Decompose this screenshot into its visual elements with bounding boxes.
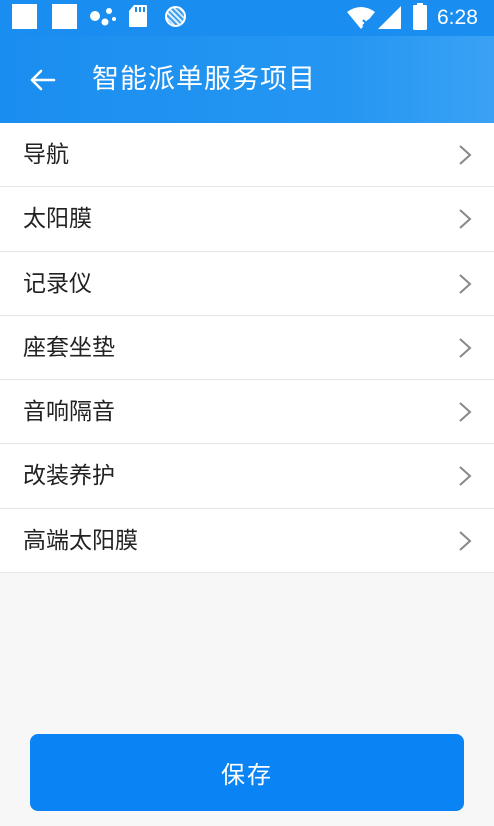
service-item-label: 音响隔音 — [23, 399, 115, 426]
service-item-label: 座套坐垫 — [23, 334, 115, 361]
notification-square-icon — [52, 4, 77, 29]
chevron-right-icon — [459, 338, 472, 358]
signal-icon — [378, 6, 401, 29]
service-item-label: 太阳膜 — [23, 206, 92, 233]
save-button[interactable]: 保存 — [30, 734, 464, 811]
assistant-dots-icon — [90, 8, 116, 26]
page-title: 智能派单服务项目 — [92, 64, 316, 95]
battery-icon — [413, 3, 427, 30]
service-item-label: 高端太阳膜 — [23, 527, 138, 554]
wifi-icon — [347, 7, 375, 29]
service-item-navigation[interactable]: 导航 — [0, 123, 494, 188]
service-item-dashcam[interactable]: 记录仪 — [0, 251, 494, 316]
service-item-label: 记录仪 — [23, 270, 92, 297]
chevron-right-icon — [459, 145, 472, 165]
service-item-label: 改装养护 — [23, 463, 115, 490]
app-screen: 6:28 智能派单服务项目 导航 太阳膜 记录仪 座套坐垫 音响隔音 改装养护 … — [0, 0, 494, 826]
arrow-left-icon — [30, 69, 56, 91]
service-item-modification-care[interactable]: 改装养护 — [0, 444, 494, 509]
service-item-label: 导航 — [23, 142, 69, 168]
service-item-seat-covers[interactable]: 座套坐垫 — [0, 315, 494, 381]
chevron-right-icon — [459, 402, 472, 422]
chevron-right-icon — [459, 531, 472, 551]
status-time: 6:28 — [437, 6, 478, 29]
service-list: 导航 太阳膜 记录仪 座套坐垫 音响隔音 改装养护 高端太阳膜 — [0, 123, 494, 574]
notification-square-icon — [12, 4, 37, 29]
status-bar: 6:28 — [0, 0, 494, 36]
sd-card-icon — [129, 5, 147, 27]
app-bar: 智能派单服务项目 — [0, 36, 494, 123]
service-item-premium-window-film[interactable]: 高端太阳膜 — [0, 508, 494, 574]
service-item-window-film[interactable]: 太阳膜 — [0, 187, 494, 252]
sync-circle-icon — [165, 6, 186, 27]
back-button[interactable] — [22, 60, 62, 100]
service-item-audio-soundproofing[interactable]: 音响隔音 — [0, 380, 494, 445]
chevron-right-icon — [459, 273, 472, 294]
chevron-right-icon — [459, 209, 472, 230]
chevron-right-icon — [459, 466, 472, 487]
